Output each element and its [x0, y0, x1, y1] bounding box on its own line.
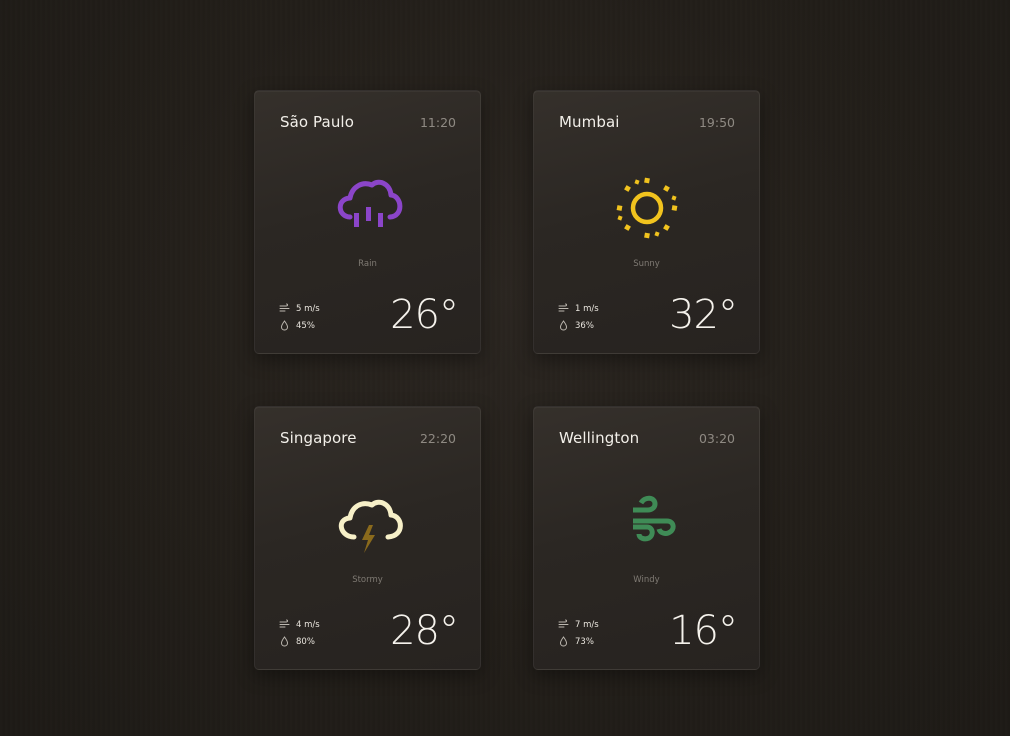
condition-label: Sunny [633, 259, 660, 269]
humidity-stat: 80% [279, 633, 320, 650]
wind-icon [607, 489, 687, 559]
weather-stats: 4 m/s 80% [279, 616, 320, 650]
wind-stat: 5 m/s [279, 300, 320, 317]
city-name: São Paulo [280, 113, 354, 131]
weather-card-mumbai[interactable]: Mumbai 19:50 Sunny 1 m/s 36% 32° [533, 90, 760, 354]
weather-stats: 7 m/s 73% [558, 616, 599, 650]
condition-label: Windy [633, 575, 660, 585]
humidity-value: 73% [575, 636, 594, 647]
droplet-icon [559, 320, 568, 331]
wind-speed-icon [558, 303, 569, 312]
local-time: 11:20 [419, 115, 456, 130]
sun-icon [607, 173, 687, 243]
local-time: 22:20 [419, 431, 456, 446]
temperature: 32° [669, 292, 738, 338]
humidity-value: 36% [575, 320, 594, 331]
weather-card-sao-paulo[interactable]: São Paulo 11:20 Rain 5 m/s 45% 26° [254, 90, 481, 354]
city-name: Singapore [280, 429, 357, 447]
droplet-icon [559, 636, 568, 647]
wind-stat: 7 m/s [558, 616, 599, 633]
wind-speed-icon [279, 619, 290, 628]
wind-value: 5 m/s [296, 303, 320, 314]
condition-label: Stormy [352, 575, 383, 585]
local-time: 19:50 [698, 115, 735, 130]
wind-value: 7 m/s [575, 619, 599, 630]
condition-label: Rain [358, 259, 377, 269]
wind-stat: 4 m/s [279, 616, 320, 633]
temperature: 26° [390, 292, 459, 338]
humidity-stat: 45% [279, 317, 320, 334]
rain-cloud-icon [328, 173, 408, 243]
wind-value: 4 m/s [296, 619, 320, 630]
droplet-icon [280, 320, 289, 331]
temperature: 16° [669, 608, 738, 654]
humidity-stat: 73% [558, 633, 599, 650]
weather-card-wellington[interactable]: Wellington 03:20 Windy 7 m/s 73% 16° [533, 406, 760, 670]
humidity-value: 80% [296, 636, 315, 647]
weather-stats: 1 m/s 36% [558, 300, 599, 334]
local-time: 03:20 [698, 431, 735, 446]
wind-speed-icon [558, 619, 569, 628]
humidity-value: 45% [296, 320, 315, 331]
temperature: 28° [390, 608, 459, 654]
droplet-icon [280, 636, 289, 647]
storm-cloud-icon [328, 489, 408, 559]
humidity-stat: 36% [558, 317, 599, 334]
city-name: Mumbai [559, 113, 620, 131]
city-name: Wellington [559, 429, 640, 447]
wind-speed-icon [279, 303, 290, 312]
background [0, 0, 1010, 736]
wind-stat: 1 m/s [558, 300, 599, 317]
wind-value: 1 m/s [575, 303, 599, 314]
weather-card-singapore[interactable]: Singapore 22:20 Stormy 4 m/s 80% 28° [254, 406, 481, 670]
weather-stats: 5 m/s 45% [279, 300, 320, 334]
